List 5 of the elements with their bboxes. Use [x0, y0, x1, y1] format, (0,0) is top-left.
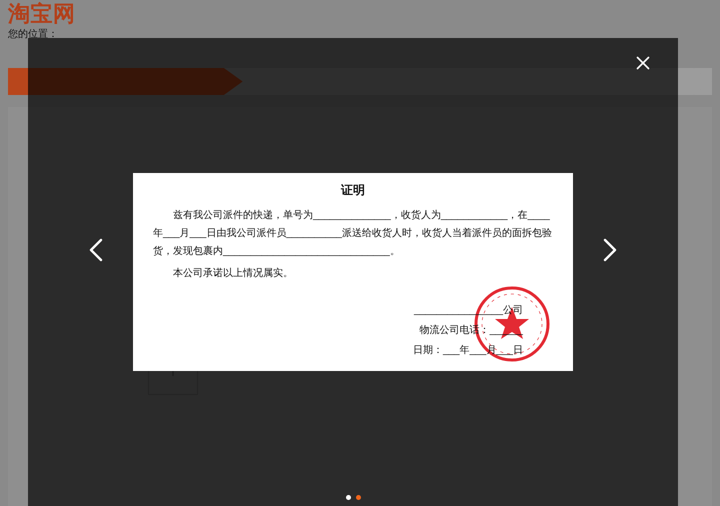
breadcrumb-label: 您的位置： [8, 29, 58, 41]
certificate-paragraph: 兹有我公司派件的快递，单号为______________，收货人为____________，在____年___月___日由我公司派件员__________派送给收货人时，收货人当着派件员的面拆包验货，发现包裹内______________________________。 [153, 208, 553, 259]
certificate-paragraph: 本公司承诺以上情况属实。 [172, 266, 294, 281]
taobao-logo[interactable]: 淘宝网 [8, 2, 76, 26]
certificate-title: 证明 [341, 182, 365, 199]
